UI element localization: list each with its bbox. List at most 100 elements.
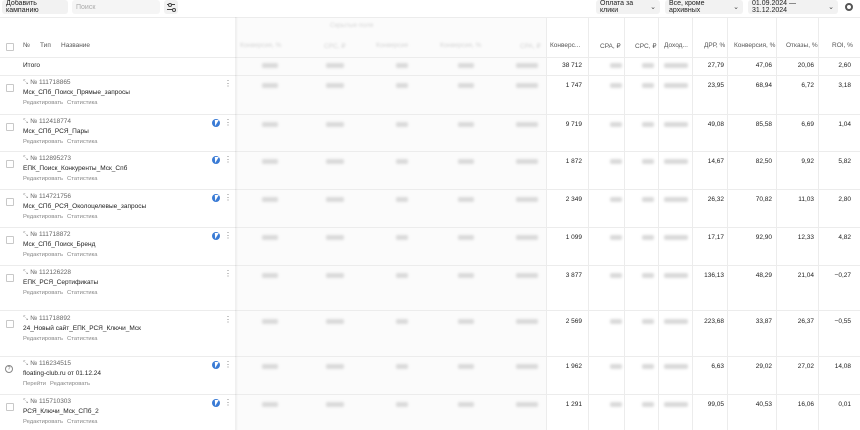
campaign-name[interactable]: Мск_СПб_РСЯ_Пары	[23, 128, 89, 135]
blurred-cell	[664, 319, 688, 324]
column-header-cpc[interactable]: CPC, ₽	[635, 42, 656, 50]
row-checkbox[interactable]	[6, 198, 14, 206]
column-header-drr[interactable]: ДРР, %	[704, 42, 725, 49]
more-vertical-icon[interactable]: ⋮	[224, 399, 232, 407]
search-input[interactable]: Поиск	[72, 0, 160, 14]
column-header-roi[interactable]: ROI, %	[832, 42, 853, 49]
sliders-icon[interactable]	[164, 0, 178, 14]
row-actions: Редактировать Статистика	[23, 336, 102, 342]
blurred-cell	[396, 402, 408, 407]
more-vertical-icon[interactable]: ⋮	[224, 156, 232, 164]
cell-conversion-rate: 70,82	[755, 196, 772, 203]
blurred-cell	[516, 235, 538, 240]
row-action-link[interactable]: Статистика	[67, 176, 97, 182]
gear-icon[interactable]	[845, 3, 853, 11]
date-range-select[interactable]: 01.09.2024 — 31.12.2024 ⌄	[748, 0, 838, 14]
row-action-link[interactable]: Перейти	[23, 381, 46, 387]
blurred-cell	[396, 197, 408, 202]
total-conversion-rate: 47,06	[755, 62, 772, 69]
more-vertical-icon[interactable]: ⋮	[224, 270, 232, 278]
blurred-cell	[396, 364, 408, 369]
row-action-link[interactable]: Редактировать	[23, 252, 63, 258]
row-action-link[interactable]: Статистика	[67, 290, 97, 296]
campaign-name[interactable]: Мск_СПб_Поиск_Прямые_запросы	[23, 89, 130, 96]
cell-conversions: 1 962	[565, 363, 582, 370]
row-action-link[interactable]: Статистика	[67, 252, 97, 258]
chevron-down-icon: ⌄	[828, 4, 834, 11]
blurred-cell	[610, 159, 622, 164]
blurred-cell	[516, 197, 538, 202]
row-action-link[interactable]: Статистика	[67, 139, 97, 145]
campaign-id: ⤡ № 114721756	[23, 193, 71, 201]
column-header-conversion-rate[interactable]: Конверсия, %	[734, 42, 775, 49]
campaign-name[interactable]: Мск_СПб_Поиск_Бренд	[23, 241, 95, 248]
payment-filter-select[interactable]: Оплата за клики ⌄	[596, 0, 660, 14]
link-icon: ⤡	[23, 79, 29, 86]
blurred-cell	[610, 364, 622, 369]
campaign-name[interactable]: ЕПК_Поиск_Конкуренты_Мск_Спб	[23, 165, 127, 172]
select-all-checkbox[interactable]	[6, 43, 14, 51]
column-header-cpa[interactable]: CPA, ₽	[600, 42, 621, 50]
cell-drr: 17,17	[707, 234, 724, 241]
cell-bounces: 9,92	[801, 158, 814, 165]
row-action-link[interactable]: Редактировать	[23, 419, 63, 425]
blurred-cell	[262, 197, 278, 202]
row-checkbox[interactable]	[6, 84, 14, 92]
more-vertical-icon[interactable]: ⋮	[224, 80, 232, 88]
row-action-link[interactable]: Статистика	[67, 214, 97, 220]
campaign-id: ⤡ № 112126228	[23, 269, 71, 277]
row-action-link[interactable]: Редактировать	[23, 100, 63, 106]
blurred-cell	[516, 273, 538, 278]
blurred-cell	[458, 63, 474, 68]
more-vertical-icon[interactable]: ⋮	[224, 194, 232, 202]
archive-filter-select[interactable]: Все, кроме архивных ⌄	[665, 0, 743, 14]
more-vertical-icon[interactable]: ⋮	[224, 316, 232, 324]
row-action-link[interactable]: Статистика	[67, 100, 97, 106]
row-action-link[interactable]: Редактировать	[23, 176, 63, 182]
blurred-cell	[458, 364, 474, 369]
column-header-num[interactable]: №	[23, 42, 30, 49]
campaign-name[interactable]: РСЯ_Ключи_Мск_СПб_2	[23, 408, 99, 415]
blurred-cell	[262, 364, 278, 369]
more-vertical-icon[interactable]: ⋮	[224, 119, 232, 127]
campaign-name[interactable]: ЕПК_РСЯ_Сертификаты	[23, 279, 98, 286]
row-checkbox[interactable]	[6, 236, 14, 244]
blurred-cell	[642, 235, 654, 240]
column-header-conversions[interactable]: Конверс...	[550, 42, 580, 49]
row-action-link[interactable]: Редактировать	[23, 139, 63, 145]
cell-bounces: 26,37	[797, 318, 814, 325]
row-checkbox[interactable]	[6, 123, 14, 131]
row-action-link[interactable]: Редактировать	[50, 381, 90, 387]
divider	[0, 17, 860, 18]
row-action-link[interactable]: Редактировать	[23, 336, 63, 342]
row-action-link[interactable]: Статистика	[67, 419, 97, 425]
blurred-cell	[262, 63, 278, 68]
more-vertical-icon[interactable]: ⋮	[224, 361, 232, 369]
blurred-cell	[458, 273, 474, 278]
row-action-link[interactable]: Статистика	[67, 336, 97, 342]
divider	[692, 17, 693, 430]
blurred-cell	[610, 197, 622, 202]
autotarget-bolt-icon	[212, 194, 220, 202]
more-vertical-icon[interactable]: ⋮	[224, 232, 232, 240]
row-checkbox[interactable]	[6, 274, 14, 282]
campaign-id: ⤡ № 116234515	[23, 360, 71, 368]
column-header-type[interactable]: Тип	[40, 42, 51, 49]
campaign-id: ⤡ № 112895273	[23, 155, 71, 163]
campaign-name[interactable]: floating-club.ru от 01.12.24	[23, 370, 101, 377]
autotarget-bolt-icon	[212, 232, 220, 240]
campaign-name[interactable]: Мск_СПб_РСЯ_Околоцелевые_запросы	[23, 203, 146, 210]
row-checkbox[interactable]	[6, 160, 14, 168]
column-header-bounces[interactable]: Отказы, %	[786, 42, 818, 49]
divider	[0, 189, 860, 190]
row-checkbox[interactable]	[6, 320, 14, 328]
row-checkbox[interactable]	[6, 403, 14, 411]
column-header-name[interactable]: Название	[61, 42, 90, 49]
row-action-link[interactable]: Редактировать	[23, 290, 63, 296]
campaign-name[interactable]: 24_Новый сайт_ЕПК_РСЯ_Ключи_Мск	[23, 325, 141, 332]
cell-conversions: 1 747	[565, 82, 582, 89]
row-action-link[interactable]: Редактировать	[23, 214, 63, 220]
column-header-income[interactable]: Доход...	[664, 42, 688, 49]
add-campaign-button[interactable]: Добавить кампанию	[2, 0, 68, 14]
chevron-down-icon: ⌄	[733, 4, 739, 11]
